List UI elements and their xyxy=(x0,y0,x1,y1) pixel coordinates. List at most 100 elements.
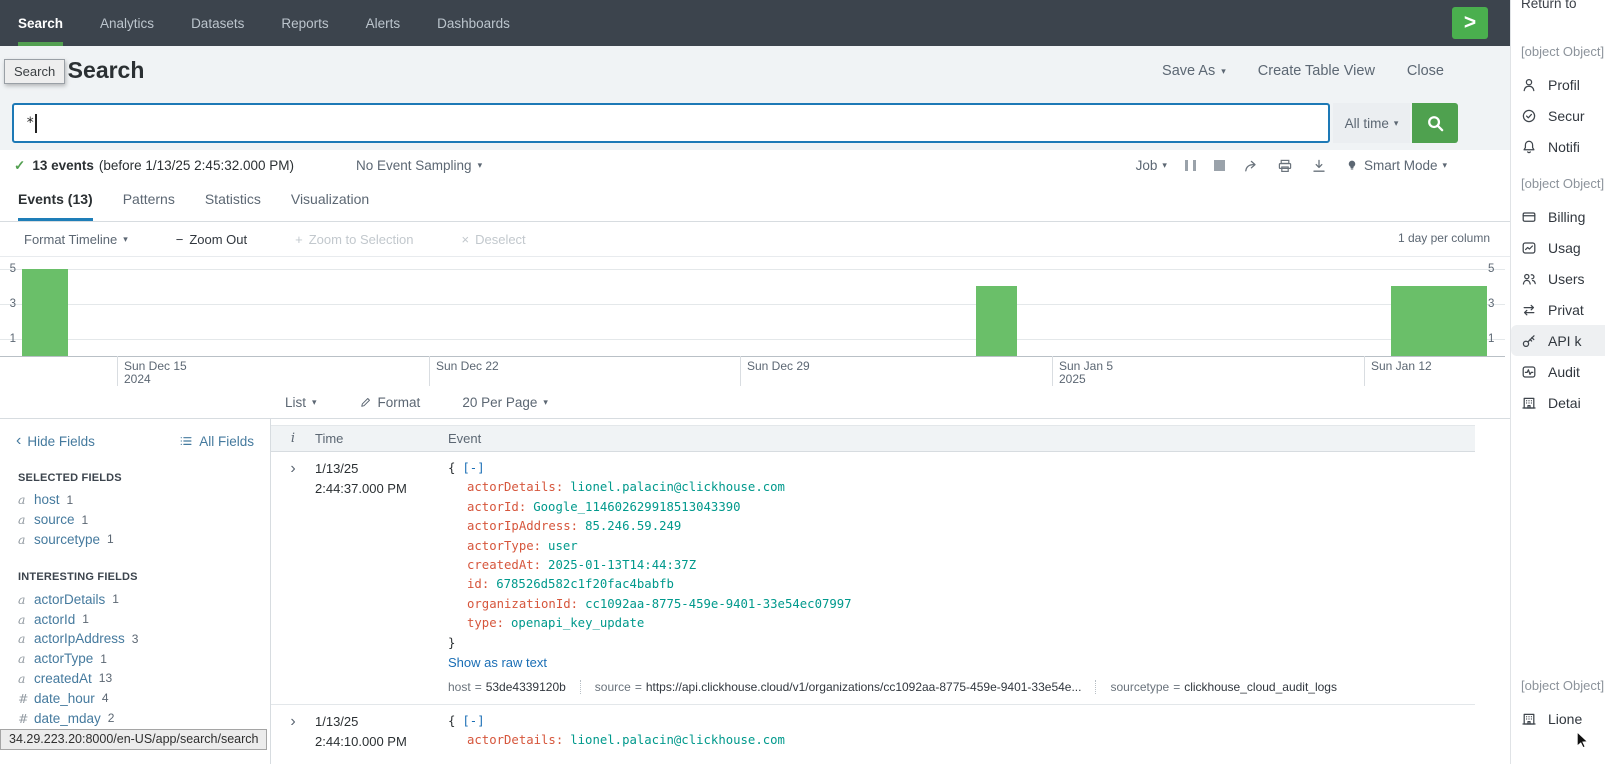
json-value[interactable]: lionel.palacin@clickhouse.com xyxy=(570,733,785,747)
field-name: actorType xyxy=(34,651,93,666)
nav-item[interactable]: Datasets xyxy=(191,0,244,46)
json-value[interactable]: Google_114602629918513043390 xyxy=(533,500,740,514)
format-timeline-menu[interactable]: Format Timeline ▾ xyxy=(24,232,128,247)
clickhouse-account-panel: Return to [object Object] Profil Secur xyxy=(1510,0,1605,764)
menu-item[interactable]: Notifi xyxy=(1511,131,1605,162)
y-axis-label: 3 xyxy=(2,298,16,310)
tab[interactable]: Patterns xyxy=(123,191,175,221)
tab[interactable]: Visualization xyxy=(291,191,369,221)
meta-value: https://api.clickhouse.cloud/v1/organiza… xyxy=(646,680,1082,694)
nav-item[interactable]: Alerts xyxy=(366,0,401,46)
json-value[interactable]: 678526d582c1f20fac4babfb xyxy=(496,577,674,591)
print-icon[interactable] xyxy=(1277,158,1293,174)
menu-item[interactable]: Users xyxy=(1511,263,1605,294)
event-meta-item[interactable]: source = https://api.clickhouse.cloud/v1… xyxy=(580,680,1082,694)
histogram-bar[interactable] xyxy=(976,286,1017,356)
event-meta-item[interactable]: host = 53de4339120b xyxy=(448,680,566,694)
histogram-bar[interactable] xyxy=(22,269,68,356)
field-item[interactable]: # date_mday 2 xyxy=(18,708,270,728)
menu-item[interactable]: Billing xyxy=(1511,201,1605,232)
field-item[interactable]: a source 1 xyxy=(18,510,270,530)
json-key[interactable]: organizationId xyxy=(467,597,571,611)
save-as-button[interactable]: Save As ▾ xyxy=(1162,63,1226,79)
json-value[interactable]: 85.246.59.249 xyxy=(585,519,681,533)
menu-item[interactable]: Secur xyxy=(1511,100,1605,131)
list-view-menu[interactable]: List ▾ xyxy=(285,395,317,410)
field-item[interactable]: a actorIpAddress 3 xyxy=(18,629,270,649)
json-key[interactable]: actorType xyxy=(467,539,534,553)
menu-item[interactable]: Privat xyxy=(1511,294,1605,325)
json-key[interactable]: actorIpAddress xyxy=(467,519,571,533)
x-icon: × xyxy=(462,232,470,247)
collapse-json-link[interactable]: [-] xyxy=(462,714,484,728)
menu-item[interactable]: Detai xyxy=(1511,387,1605,418)
field-item[interactable]: a actorType 1 xyxy=(18,649,270,669)
expand-row-icon[interactable]: › xyxy=(271,712,315,758)
field-item[interactable]: # date_hour 4 xyxy=(18,688,270,708)
menu-item[interactable]: Usag xyxy=(1511,232,1605,263)
all-fields-button[interactable]: All Fields xyxy=(179,432,254,450)
event-clock-time: 2:44:37.000 PM xyxy=(315,479,441,499)
field-name: actorId xyxy=(34,612,75,627)
json-value[interactable]: 2025-01-13T14:44:37Z xyxy=(548,558,696,572)
per-page-menu[interactable]: 20 Per Page ▾ xyxy=(462,395,548,410)
json-key[interactable]: actorId xyxy=(467,500,519,514)
json-value[interactable]: cc1092aa-8775-459e-9401-33e54ec07997 xyxy=(585,597,852,611)
tab[interactable]: Statistics xyxy=(205,191,261,221)
smart-mode-menu[interactable]: Smart Mode ▾ xyxy=(1345,158,1447,173)
menu-item-label: Audit xyxy=(1548,364,1580,380)
create-table-view-button[interactable]: Create Table View xyxy=(1258,63,1375,79)
json-field-line: createdAt:2025-01-13T14:44:37Z xyxy=(448,556,1475,575)
nav-item[interactable]: Search xyxy=(18,0,63,46)
share-icon[interactable] xyxy=(1243,158,1259,174)
histogram-bar[interactable] xyxy=(1391,286,1487,356)
event-meta-item[interactable]: sourcetype = clickhouse_cloud_audit_logs xyxy=(1095,680,1337,694)
json-key[interactable]: type xyxy=(467,616,497,630)
x-axis-tick xyxy=(1364,356,1365,386)
tab[interactable]: Events (13) xyxy=(18,191,93,221)
event-date: 1/13/25 xyxy=(315,459,441,479)
json-key[interactable]: id xyxy=(467,577,482,591)
menu-item[interactable]: Lione xyxy=(1511,703,1605,734)
search-input[interactable]: * xyxy=(12,103,1330,143)
field-item[interactable]: a createdAt 13 xyxy=(18,669,270,689)
splunk-logo[interactable]: > xyxy=(1452,7,1488,39)
y-axis-label: 5 xyxy=(1488,263,1494,275)
json-key[interactable]: actorDetails xyxy=(467,733,556,747)
json-value[interactable]: lionel.palacin@clickhouse.com xyxy=(570,480,785,494)
json-value[interactable]: user xyxy=(548,539,578,553)
hide-fields-button[interactable]: ‹ Hide Fields xyxy=(16,432,95,450)
meta-value: 53de4339120b xyxy=(486,680,566,694)
stop-icon[interactable] xyxy=(1214,160,1225,171)
menu-item[interactable]: Profil xyxy=(1511,69,1605,100)
close-button[interactable]: Close xyxy=(1407,63,1444,79)
menu-item[interactable]: Audit xyxy=(1511,356,1605,387)
json-key[interactable]: actorDetails xyxy=(467,480,556,494)
expand-row-icon[interactable]: › xyxy=(271,459,315,694)
field-item[interactable]: a actorDetails 1 xyxy=(18,589,270,609)
nav-item[interactable]: Analytics xyxy=(100,0,154,46)
nav-item[interactable]: Dashboards xyxy=(437,0,510,46)
json-key[interactable]: createdAt xyxy=(467,558,534,572)
zoom-to-selection-button[interactable]: + Zoom to Selection xyxy=(295,232,413,247)
field-item[interactable]: a sourcetype 1 xyxy=(18,530,270,550)
deselect-button[interactable]: × Deselect xyxy=(462,232,526,247)
format-results-button[interactable]: Format xyxy=(359,395,421,410)
field-item[interactable]: a actorId 1 xyxy=(18,609,270,629)
return-to-link[interactable]: Return to xyxy=(1521,0,1577,11)
time-range-picker[interactable]: All time ▾ xyxy=(1333,103,1410,143)
event-sampling-menu[interactable]: No Event Sampling ▾ xyxy=(356,158,482,173)
event-count: 13 events xyxy=(32,158,94,173)
show-raw-text-link[interactable]: Show as raw text xyxy=(448,653,1475,673)
search-button[interactable] xyxy=(1412,103,1458,143)
timeline-controls: Format Timeline ▾ − Zoom Out + Zoom to S… xyxy=(0,223,1510,256)
pause-icon[interactable] xyxy=(1185,160,1196,171)
zoom-out-button[interactable]: − Zoom Out xyxy=(176,232,247,247)
export-icon[interactable] xyxy=(1311,158,1327,174)
nav-item[interactable]: Reports xyxy=(281,0,328,46)
field-item[interactable]: a host 1 xyxy=(18,490,270,510)
json-value[interactable]: openapi_key_update xyxy=(511,616,644,630)
collapse-json-link[interactable]: [-] xyxy=(462,461,484,475)
menu-item[interactable]: API k xyxy=(1511,325,1605,356)
job-menu[interactable]: Job ▾ xyxy=(1136,158,1167,173)
